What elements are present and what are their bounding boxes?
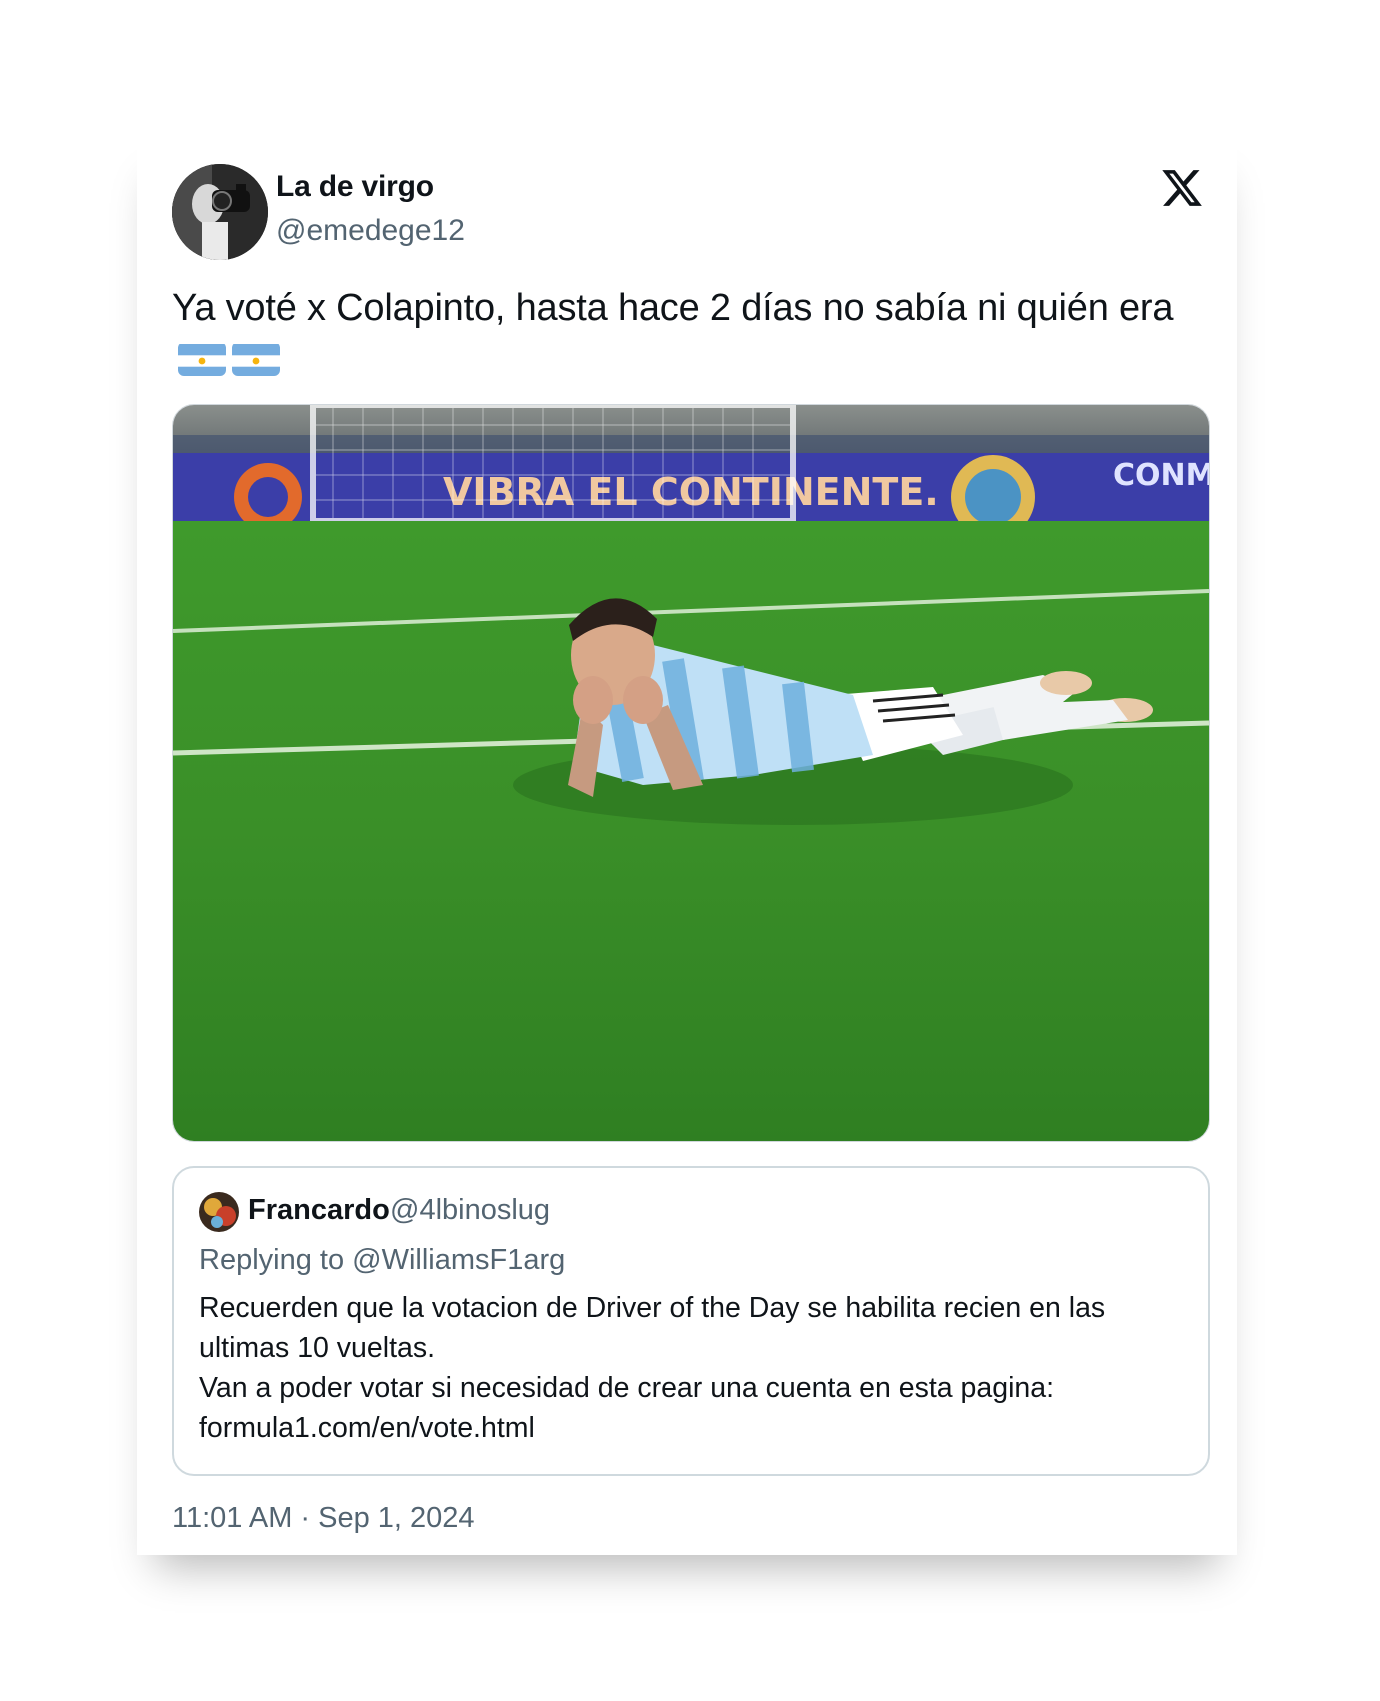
banner-text-right: CONM (1113, 458, 1209, 493)
tweet-body: Ya voté x Colapinto, hasta hace 2 días n… (172, 287, 1174, 329)
grass-pitch (173, 521, 1209, 1141)
argentina-flag-icon (178, 342, 226, 376)
quoted-author-name: Francardo (248, 1194, 390, 1226)
argentina-flag-icon (232, 342, 280, 376)
quoted-author-handle: @4lbinoslug (390, 1194, 551, 1226)
tweet-media-photo[interactable]: VIBRA EL CONTINENTE. CONM (172, 404, 1210, 1142)
quoted-tweet-text: Recuerden que la votacion de Driver of t… (199, 1292, 1106, 1444)
quoted-tweet[interactable]: Francardo @4lbinoslug Replying to @Willi… (172, 1166, 1210, 1476)
quoted-author-avatar[interactable] (199, 1192, 239, 1232)
author-display-name[interactable]: La de virgo (276, 170, 434, 204)
author-avatar[interactable] (172, 164, 268, 260)
tweet-text: Ya voté x Colapinto, hasta hace 2 días n… (172, 284, 1212, 380)
author-handle[interactable]: @emedege12 (276, 214, 465, 248)
profile-photo (172, 164, 268, 260)
quoted-reply-context: Replying to @WilliamsF1arg (199, 1244, 566, 1276)
banner-text: VIBRA EL CONTINENTE. (443, 470, 939, 514)
tweet-timestamp[interactable]: 11:01 AM · Sep 1, 2024 (172, 1502, 475, 1535)
x-logo-icon[interactable] (1160, 166, 1204, 210)
